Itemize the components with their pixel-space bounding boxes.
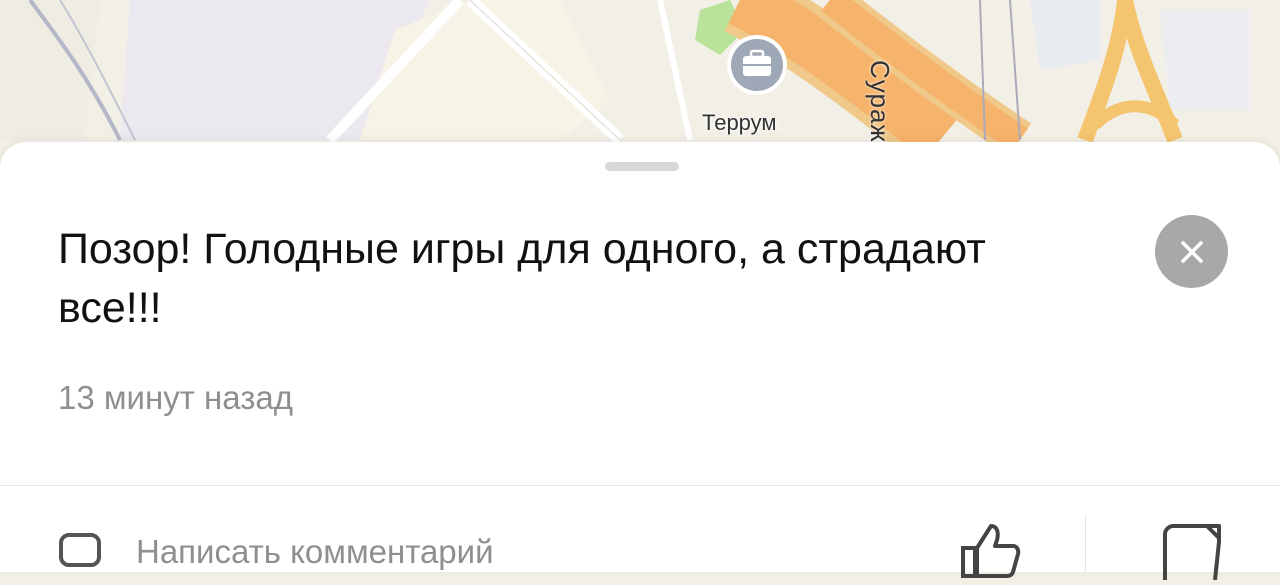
close-icon xyxy=(1180,240,1203,263)
share-icon xyxy=(1163,524,1221,581)
thumbs-up-icon xyxy=(961,524,1021,578)
poi-label[interactable]: Террум xyxy=(702,110,777,136)
event-message: Позор! Голодные игры для одного, а страд… xyxy=(58,225,986,332)
comment-input[interactable]: Написать комментарий xyxy=(58,532,494,572)
comment-placeholder: Написать комментарий xyxy=(136,533,494,570)
sheet-grab-handle[interactable] xyxy=(605,162,679,171)
timestamp: 13 минут назад xyxy=(58,379,293,416)
close-button[interactable] xyxy=(1155,215,1228,288)
action-separator xyxy=(1085,514,1086,574)
like-button[interactable] xyxy=(955,520,1025,580)
street-label: Сураж xyxy=(865,60,895,143)
divider xyxy=(0,485,1280,486)
event-bottom-sheet: Позор! Голодные игры для одного, а страд… xyxy=(0,142,1280,581)
share-button[interactable] xyxy=(1145,520,1230,581)
briefcase-icon[interactable] xyxy=(727,35,787,95)
comment-icon xyxy=(59,533,101,567)
